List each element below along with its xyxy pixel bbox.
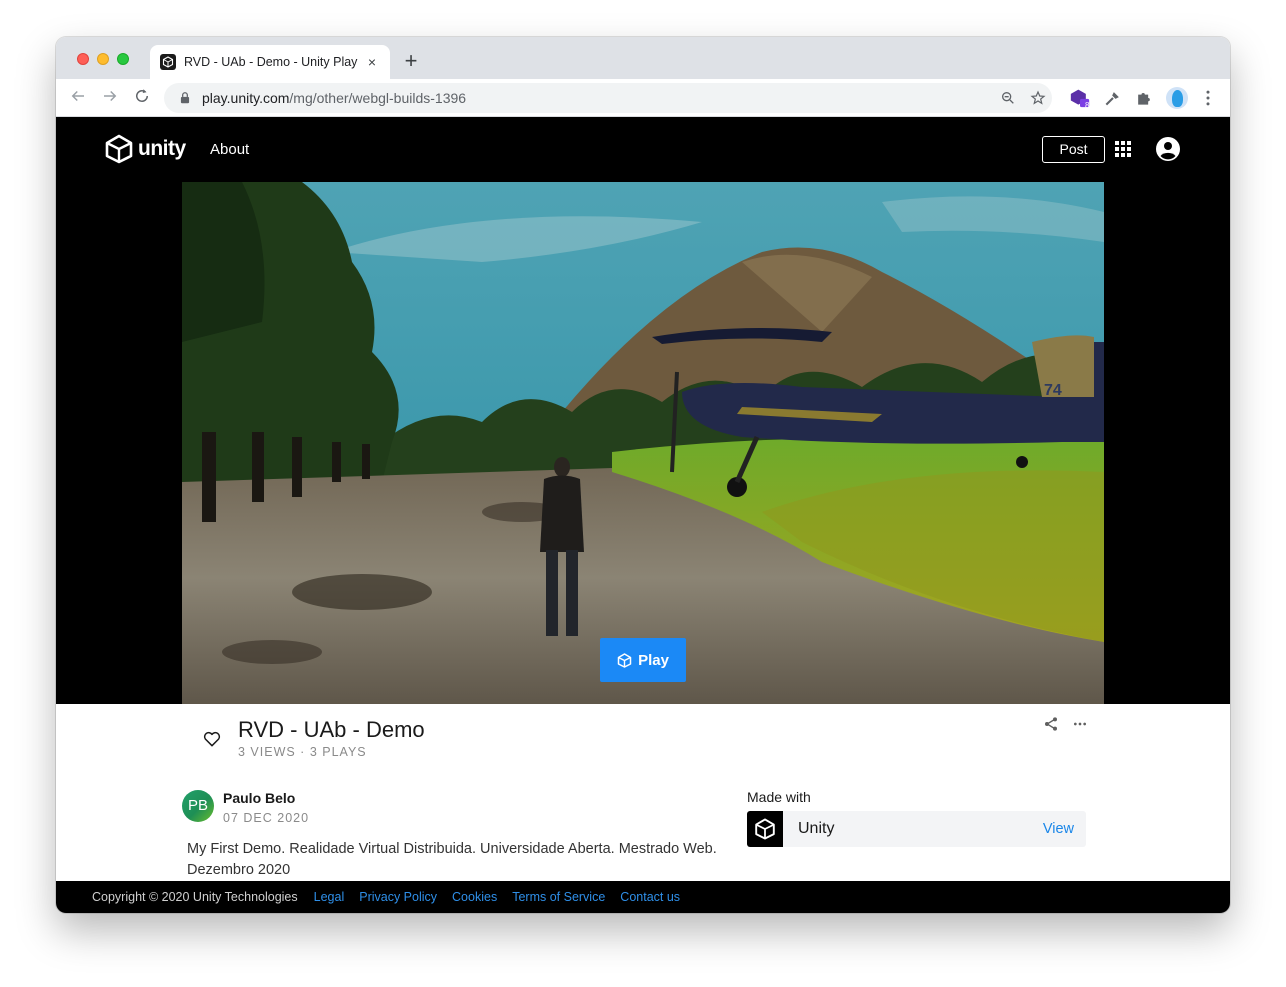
made-with-card: Unity View	[747, 811, 1086, 847]
unity-play-icon	[617, 652, 632, 668]
window-maximize-button[interactable]	[117, 53, 129, 65]
engine-name: Unity	[798, 820, 835, 837]
url-text: play.unity.com/mg/other/webgl-builds-139…	[202, 90, 466, 106]
browser-toolbar: play.unity.com/mg/other/webgl-builds-139…	[56, 79, 1230, 117]
nav-about-link[interactable]: About	[210, 141, 249, 158]
unity-logo-icon	[105, 134, 133, 164]
lock-icon	[180, 92, 190, 104]
address-bar[interactable]: play.unity.com/mg/other/webgl-builds-139…	[164, 83, 1052, 113]
tab-title: RVD - UAb - Demo - Unity Play	[184, 55, 358, 69]
share-icon[interactable]	[1043, 716, 1059, 732]
profile-avatar[interactable]	[1166, 87, 1188, 109]
logo-text: unity	[138, 137, 186, 160]
game-description: My First Demo. Realidade Virtual Distrib…	[187, 841, 717, 878]
site-footer: Copyright © 2020 Unity Technologies Lega…	[56, 881, 1230, 913]
back-arrow-icon	[71, 90, 84, 102]
game-scene-illustration: 74	[182, 182, 1104, 704]
footer-link-contact[interactable]: Contact us	[620, 890, 680, 904]
more-options-icon[interactable]	[1072, 716, 1088, 732]
new-tab-button[interactable]: +	[400, 50, 422, 72]
extensions-puzzle-icon[interactable]	[1134, 88, 1154, 108]
game-stats: 3 VIEWS · 3 PLAYS	[238, 745, 367, 759]
post-button[interactable]: Post	[1042, 136, 1105, 163]
site-header: unity About Post	[56, 117, 1230, 182]
apps-grid-icon[interactable]	[1115, 141, 1131, 157]
unity-engine-logo	[747, 811, 783, 847]
author-name[interactable]: Paulo Belo	[223, 790, 295, 806]
tab-strip: RVD - UAb - Demo - Unity Play × +	[56, 37, 1230, 79]
unity-engine-icon	[755, 818, 775, 840]
heart-icon[interactable]	[202, 729, 222, 749]
window-close-button[interactable]	[77, 53, 89, 65]
url-path: /mg/other/webgl-builds-1396	[289, 90, 467, 106]
game-title: RVD - UAb - Demo	[238, 717, 425, 742]
account-icon[interactable]	[1156, 137, 1180, 161]
footer-link-legal[interactable]: Legal	[314, 890, 345, 904]
plane-number: 74	[1044, 382, 1062, 399]
browser-window: RVD - UAb - Demo - Unity Play × + play.u…	[56, 37, 1230, 913]
reload-button[interactable]	[131, 87, 153, 109]
eyedropper-icon[interactable]	[1103, 88, 1123, 108]
tab-close-icon[interactable]: ×	[364, 54, 380, 70]
forward-button[interactable]	[99, 87, 121, 109]
footer-link-cookies[interactable]: Cookies	[452, 890, 497, 904]
game-screenshot[interactable]: 74	[182, 182, 1104, 704]
zoom-icon[interactable]	[1000, 90, 1016, 106]
back-button[interactable]	[67, 87, 89, 109]
play-button[interactable]: Play	[600, 638, 686, 682]
browser-menu-icon[interactable]	[1198, 88, 1218, 108]
url-host: play.unity.com	[202, 90, 290, 106]
window-minimize-button[interactable]	[97, 53, 109, 65]
bookmark-star-icon[interactable]	[1030, 90, 1046, 106]
extension-badge-count: 8	[1085, 101, 1090, 110]
made-with-label: Made with	[747, 789, 811, 805]
game-preview-area: 74	[56, 182, 1230, 704]
play-label: Play	[638, 651, 669, 669]
unity-favicon-icon	[160, 54, 176, 70]
forward-arrow-icon	[104, 90, 117, 102]
publish-date: 07 DEC 2020	[223, 811, 310, 825]
copyright-text: Copyright © 2020 Unity Technologies	[92, 890, 298, 904]
reload-icon	[136, 89, 148, 102]
footer-link-terms[interactable]: Terms of Service	[512, 890, 605, 904]
author-avatar[interactable]: PB	[182, 790, 214, 822]
view-engine-link[interactable]: View	[1043, 821, 1074, 837]
browser-tab[interactable]: RVD - UAb - Demo - Unity Play ×	[150, 45, 390, 79]
unity-logo[interactable]: unity	[104, 134, 186, 164]
footer-link-privacy[interactable]: Privacy Policy	[359, 890, 437, 904]
